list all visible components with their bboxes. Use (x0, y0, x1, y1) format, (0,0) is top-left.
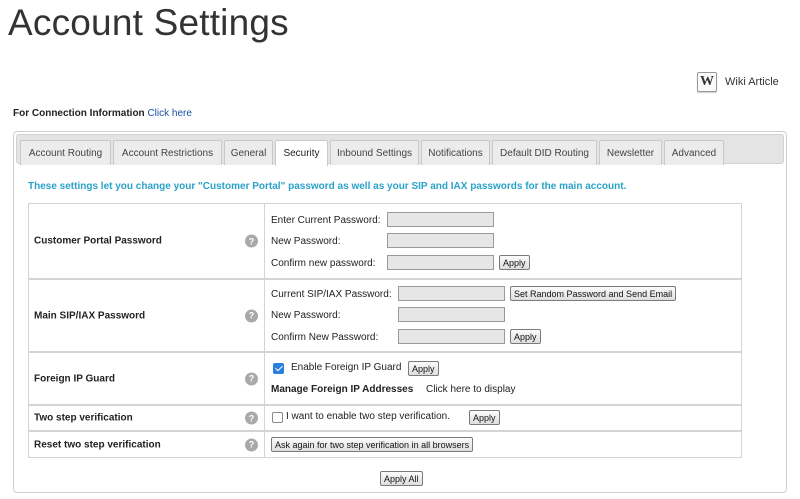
apply-sip-password-button[interactable]: Apply (510, 329, 541, 344)
apply-all-button[interactable]: Apply All (380, 471, 423, 486)
security-description: These settings let you change your "Cust… (28, 181, 627, 192)
tab-advanced[interactable]: Advanced (664, 140, 724, 165)
new-sip-password-input[interactable] (398, 307, 505, 322)
tab-bar: Account Routing Account Restrictions Gen… (16, 134, 784, 166)
section-label: Foreign IP Guard (34, 373, 115, 384)
section-foreign-ip-guard: Foreign IP Guard ? Enable Foreign IP Gua… (28, 352, 742, 405)
wiki-article-link[interactable]: W Wiki Article (697, 72, 779, 92)
wiki-article-label[interactable]: Wiki Article (725, 76, 779, 88)
tab-security[interactable]: Security (275, 140, 328, 166)
field-label: Current SIP/IAX Password: (271, 288, 392, 300)
section-sip-iax-password: Main SIP/IAX Password ? Current SIP/IAX … (28, 279, 742, 352)
enable-two-step-label: I want to enable two step verification. (286, 411, 450, 422)
section-reset-two-step: Reset two step verification ? Ask again … (28, 431, 742, 458)
manage-foreign-ip-label: Manage Foreign IP Addresses (271, 384, 414, 395)
section-label: Main SIP/IAX Password (34, 310, 146, 321)
tab-account-routing[interactable]: Account Routing (20, 140, 111, 165)
manage-foreign-ip-link[interactable]: Click here to display (426, 384, 515, 395)
help-icon[interactable]: ? (245, 309, 258, 322)
field-label: New Password: (271, 309, 341, 321)
help-icon[interactable]: ? (245, 234, 258, 248)
confirm-portal-password-input[interactable] (387, 255, 494, 270)
connection-info: For Connection Information Click here (13, 108, 192, 119)
tab-inbound-settings[interactable]: Inbound Settings (330, 140, 419, 165)
section-label: Two step verification (34, 412, 133, 424)
apply-foreign-ip-guard-button[interactable]: Apply (408, 361, 439, 376)
tab-general[interactable]: General (224, 140, 273, 165)
page-title: Account Settings (8, 2, 289, 43)
field-label: New Password: (271, 235, 341, 247)
help-icon[interactable]: ? (245, 372, 258, 385)
enable-foreign-ip-guard-label: Enable Foreign IP Guard (291, 362, 402, 373)
field-label: Confirm new password: (271, 257, 376, 269)
help-icon[interactable]: ? (245, 438, 258, 451)
apply-portal-password-button[interactable]: Apply (499, 255, 530, 270)
reset-two-step-button[interactable]: Ask again for two step verification in a… (271, 437, 474, 452)
apply-two-step-button[interactable]: Apply (469, 410, 500, 425)
help-icon[interactable]: ? (245, 411, 258, 425)
enable-two-step-checkbox[interactable] (272, 412, 283, 423)
tab-default-did-routing[interactable]: Default DID Routing (492, 140, 597, 165)
tab-newsletter[interactable]: Newsletter (599, 140, 662, 165)
set-random-password-button[interactable]: Set Random Password and Send Email (510, 286, 677, 301)
tab-notifications[interactable]: Notifications (421, 140, 490, 165)
section-label: Customer Portal Password (34, 235, 162, 247)
connection-info-label: For Connection Information (13, 108, 145, 119)
field-label: Enter Current Password: (271, 214, 381, 226)
current-sip-password-input[interactable] (398, 286, 505, 301)
wikipedia-icon[interactable]: W (697, 72, 717, 92)
tab-account-restrictions[interactable]: Account Restrictions (113, 140, 222, 165)
new-portal-password-input[interactable] (387, 233, 494, 248)
section-label: Reset two step verification (34, 439, 161, 450)
enable-foreign-ip-guard-checkbox[interactable] (273, 363, 284, 374)
section-two-step-verification: Two step verification ? I want to enable… (28, 405, 742, 431)
current-portal-password-input[interactable] (387, 212, 494, 227)
field-label: Confirm New Password: (271, 331, 379, 343)
section-customer-portal-password: Customer Portal Password ? Enter Current… (28, 203, 742, 279)
confirm-sip-password-input[interactable] (398, 329, 505, 344)
connection-info-link[interactable]: Click here (147, 108, 191, 119)
